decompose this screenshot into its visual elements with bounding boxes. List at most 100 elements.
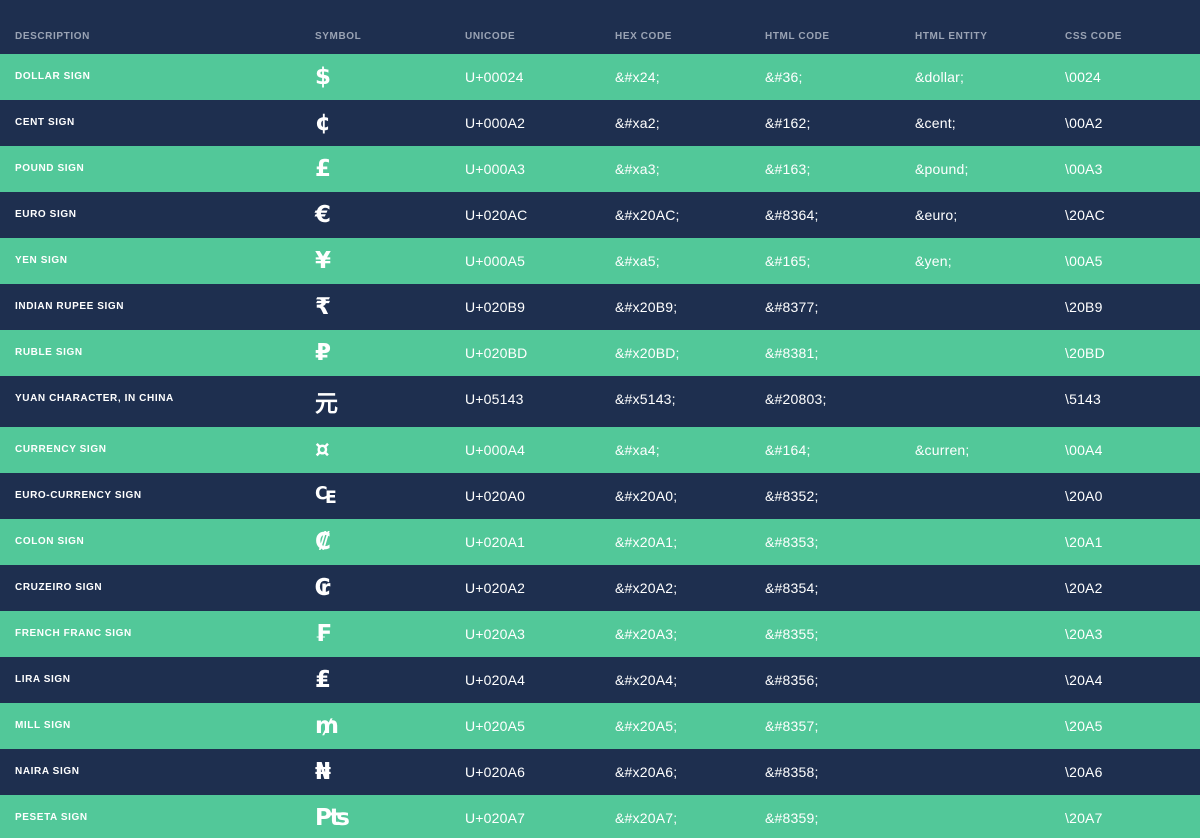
table-row: YEN SIGN ¥ U+000A5 &#xa5; &#165; &yen; \00A5 [0,238,1200,284]
cell-css-code: \20A2 [1065,580,1103,596]
cell-hex-code: &#x20A1; [615,534,678,550]
cell-description: INDIAN RUPEE SIGN [15,301,125,312]
cell-symbol: ¤ [315,436,330,463]
cell-html-entity: &euro; [915,207,958,223]
cell-symbol: ¥ [315,247,332,274]
cell-symbol: ₦ [315,758,332,785]
cell-html-code: &#8358; [765,764,819,780]
cell-description: NAIRA SIGN [15,766,80,777]
cell-description: CENT SIGN [15,117,75,128]
cell-html-code: &#8353; [765,534,819,550]
cell-symbol: ₧ [315,804,350,831]
cell-hex-code: &#x20A5; [615,718,678,734]
cell-html-code: &#8364; [765,207,819,223]
cell-css-code: \00A3 [1065,161,1103,177]
cell-css-code: \20A3 [1065,626,1103,642]
cell-symbol: ₣ [315,620,332,647]
table-row: DOLLAR SIGN $ U+00024 &#x24; &#36; &dollar; \0… [0,54,1200,100]
cell-description: CRUZEIRO SIGN [15,582,103,593]
cell-html-code: &#162; [765,115,811,131]
table-row: CRUZEIRO SIGN ₢ U+020A2 &#x20A2; &#8354; \20A… [0,565,1200,611]
header-unicode: UNICODE [465,30,516,42]
cell-symbol: £ [315,155,332,182]
cell-unicode: U+000A3 [465,161,526,177]
cell-symbol: ₹ [315,293,332,320]
cell-unicode: U+020A5 [465,718,526,734]
cell-description: YUAN CHARACTER, IN CHINA [15,393,174,404]
cell-hex-code: &#x20A3; [615,626,678,642]
cell-description: PESETA SIGN [15,812,88,823]
table-row: MILL SIGN ₥ U+020A5 &#x20A5; &#8357; \20A5 [0,703,1200,749]
table-row: EURO-CURRENCY SIGN ₠ U+020A0 &#x20A0; &#8352… [0,473,1200,519]
cell-css-code: \20A4 [1065,672,1103,688]
cell-unicode: U+05143 [465,391,524,407]
cell-unicode: U+00024 [465,69,524,85]
cell-hex-code: &#xa5; [615,253,660,269]
table-header: DESCRIPTION SYMBOL UNICODE HEX CODE HTML… [0,0,1200,54]
cell-description: LIRA SIGN [15,674,71,685]
cell-html-entity: &yen; [915,253,952,269]
cell-css-code: \20A1 [1065,534,1103,550]
cell-html-entity: &curren; [915,442,970,458]
cell-unicode: U+020BD [465,345,528,361]
cell-css-code: \20A5 [1065,718,1103,734]
header-hex-code: HEX CODE [615,30,673,42]
header-symbol: SYMBOL [315,30,362,42]
cell-hex-code: &#x5143; [615,391,676,407]
cell-html-entity: &dollar; [915,69,965,85]
cell-symbol: ₽ [315,339,332,366]
table-row: CENT SIGN ¢ U+000A2 &#xa2; &#162; &cent; \00A2 [0,100,1200,146]
cell-symbol: ₢ [315,574,332,601]
cell-html-code: &#20803; [765,391,827,407]
cell-symbol: ₡ [315,528,332,555]
cell-unicode: U+020A2 [465,580,526,596]
cell-hex-code: &#x20A4; [615,672,678,688]
cell-description: CURRENCY SIGN [15,444,107,455]
cell-css-code: \20BD [1065,345,1105,361]
cell-symbol: € [315,201,332,228]
header-html-code: HTML CODE [765,30,830,42]
cell-html-code: &#8359; [765,810,819,826]
table-row: RUBLE SIGN ₽ U+020BD &#x20BD; &#8381; \20BD [0,330,1200,376]
cell-css-code: \20AC [1065,207,1105,223]
cell-description: RUBLE SIGN [15,347,83,358]
cell-html-code: &#8354; [765,580,819,596]
table-row: PESETA SIGN ₧ U+020A7 &#x20A7; &#8359; \20A7 [0,795,1200,838]
cell-unicode: U+020B9 [465,299,526,315]
table-row: EURO SIGN € U+020AC &#x20AC; &#8364; &euro; \2… [0,192,1200,238]
table-row: NAIRA SIGN ₦ U+020A6 &#x20A6; &#8358; \20A6 [0,749,1200,795]
cell-unicode: U+020A6 [465,764,526,780]
table-row: COLON SIGN ₡ U+020A1 &#x20A1; &#8353; \20A1 [0,519,1200,565]
cell-hex-code: &#x20BD; [615,345,680,361]
cell-description: YEN SIGN [15,255,68,266]
cell-hex-code: &#x20AC; [615,207,680,223]
cell-unicode: U+020A4 [465,672,526,688]
cell-description: EURO-CURRENCY SIGN [15,490,142,501]
cell-css-code: \00A4 [1065,442,1103,458]
cell-description: POUND SIGN [15,163,85,174]
cell-hex-code: &#x20A6; [615,764,678,780]
cell-unicode: U+020A0 [465,488,526,504]
cell-symbol: ₠ [315,482,337,509]
cell-css-code: \20A6 [1065,764,1103,780]
cell-css-code: \20B9 [1065,299,1103,315]
cell-html-code: &#164; [765,442,811,458]
cell-css-code: \5143 [1065,391,1102,407]
cell-html-entity: &pound; [915,161,969,177]
table-row: FRENCH FRANC SIGN ₣ U+020A3 &#x20A3; &#8355;… [0,611,1200,657]
cell-css-code: \20A7 [1065,810,1103,826]
cell-html-code: &#8355; [765,626,819,642]
cell-css-code: \20A0 [1065,488,1103,504]
cell-unicode: U+020A1 [465,534,526,550]
cell-html-code: &#8377; [765,299,819,315]
cell-hex-code: &#x20A0; [615,488,678,504]
currency-symbols-table: DESCRIPTION SYMBOL UNICODE HEX CODE HTML… [0,0,1200,838]
table-row: INDIAN RUPEE SIGN ₹ U+020B9 &#x20B9; &#8377;… [0,284,1200,330]
cell-html-code: &#8352; [765,488,819,504]
cell-html-code: &#8381; [765,345,819,361]
cell-unicode: U+020AC [465,207,528,223]
header-css-code: CSS CODE [1065,30,1123,42]
cell-symbol: 元 [315,391,338,417]
cell-description: MILL SIGN [15,720,71,731]
cell-symbol: $ [315,63,332,90]
